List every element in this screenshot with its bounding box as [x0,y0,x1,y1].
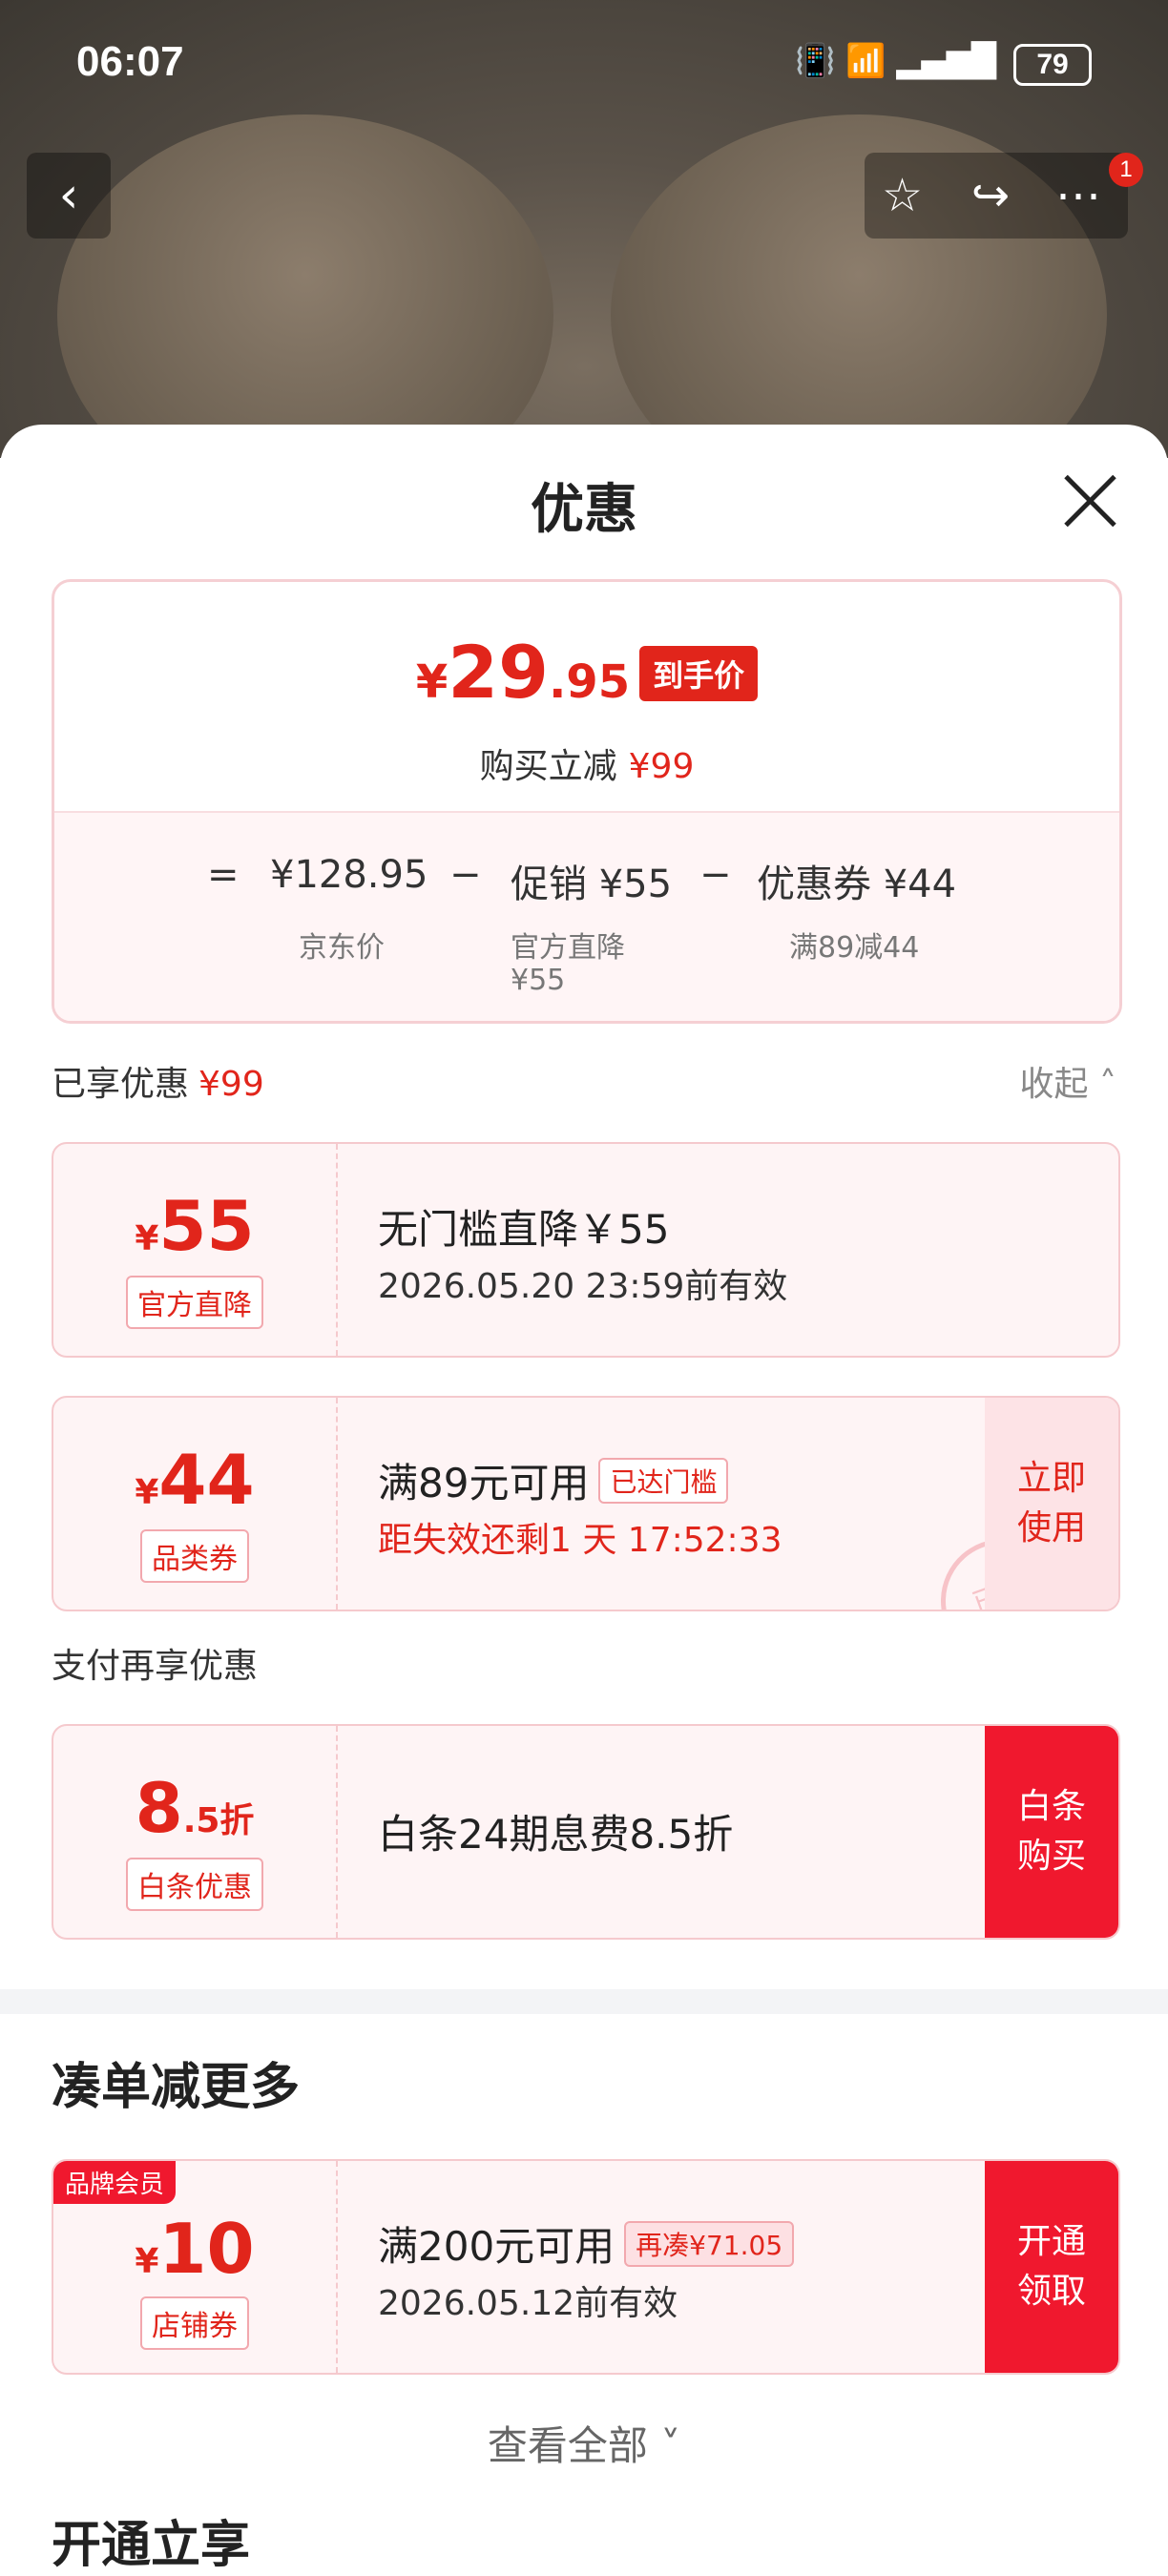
discount-value: 8 [135,1768,183,1848]
coupon-value: 10 [158,2209,255,2289]
open-section-title: 开通立享 [52,2517,251,2574]
use-now-button[interactable]: 立即使用 [985,1398,1118,1610]
top-actions: ☆ ↪ ⋯ [865,153,1128,239]
purchase-reduction: 购买立减 ¥99 [54,738,1119,788]
star-icon[interactable]: ☆ [882,153,923,239]
collapse-label: 收起 [1019,1065,1089,1104]
activate-claim-button[interactable]: 开通领取 [985,2161,1118,2373]
discount-sheet: 优惠 ¥29.95 到手价 购买立减 ¥99 = ¥128.95 − 促销 ¥55 … [0,425,1168,2576]
coupon-title: 满200元可用 再凑¥71.05 [378,2214,795,2273]
discount-suffix: .5折 [182,1801,255,1840]
minus-sign: − [699,853,732,897]
coupon-title: 无门槛直降￥55 [378,1206,670,1253]
section-divider [0,1989,1168,2014]
coupon-value: 44 [158,1440,255,1520]
battery-indicator: 79 [1013,44,1092,86]
sheet-title: 优惠 [531,479,637,541]
final-price: ¥29.95 到手价 [54,630,1119,715]
activate-claim-label: 开通领取 [1016,2222,1086,2311]
close-icon[interactable] [1061,472,1118,530]
coupon-kind: 店铺券 [140,2296,249,2350]
payment-section-label: 支付再享优惠 [52,1647,259,1686]
coupon-category: ¥44 品类券 满89元可用已达门槛 距失效还剩1 天 17:52:33 已领 … [52,1396,1120,1611]
enjoyed-value: ¥99 [198,1065,264,1104]
coupon-amount: ¥10 [53,2209,336,2289]
coupon-value: 55 [158,1186,255,1266]
more-section-title: 凑单减更多 [52,2059,301,2116]
coupon-amount: 优惠券 ¥44 [757,862,957,906]
notification-badge: 1 [1109,153,1143,187]
share-icon[interactable]: ↪ [971,153,1010,239]
signal-icons: 📳 📶 ▂▄▆█ [795,42,996,80]
coupon-amount: 8.5折 [53,1768,336,1848]
coupon-countdown: 距失效还剩1 天 17:52:33 [378,1521,782,1560]
coupon-left: 8.5折 白条优惠 [53,1726,338,1938]
final-price-tag: 到手价 [639,646,759,701]
baitiao-buy-button[interactable]: 白条购买 [985,1726,1118,1938]
chevron-up-icon: ˄ [1099,1065,1116,1104]
price-summary: ¥29.95 到手价 购买立减 ¥99 = ¥128.95 − 促销 ¥55 − 优… [52,579,1122,1024]
baitiao-buy-label: 白条购买 [1016,1787,1086,1876]
reduction-value: ¥99 [628,747,695,786]
reduction-label: 购买立减 [479,747,617,786]
promo-sub: ¥55 [511,964,566,997]
promo-amount: 促销 ¥55 [511,862,673,906]
threshold-chip: 已达门槛 [598,1458,729,1504]
collapse-button[interactable]: 收起 ˄ [1020,1056,1116,1106]
store-coupon: ¥10 店铺券 品牌会员 满200元可用 再凑¥71.05 2026.05.12前… [52,2159,1120,2375]
final-integer: 29 [448,630,550,715]
view-all-label: 查看全部 [487,2422,648,2469]
chevron-left-icon: ‹ [58,167,79,224]
coupon-amount: ¥55 [53,1186,336,1266]
view-all-button[interactable]: 查看全部 ˅ [0,2414,1168,2472]
brand-member-tag: 品牌会员 [53,2161,177,2204]
jd-price: ¥128.95 [270,853,428,897]
coupon-currency: ¥ [135,2242,159,2281]
coupon-validity: 2026.05.12前有效 [378,2284,678,2323]
status-bar: 06:07 📳 📶 ▂▄▆█ 79 [0,0,1168,134]
jd-price-label: 京东价 [299,931,385,965]
remaining-chip: 再凑¥71.05 [624,2221,795,2267]
coupon-currency: ¥ [135,1219,159,1258]
coupon-title-text: 满89元可用 [378,1460,590,1506]
coupon-kind: 白条优惠 [126,1858,263,1911]
coupon-left: ¥55 官方直降 [53,1144,338,1356]
status-time: 06:07 [76,38,184,85]
more-icon[interactable]: ⋯ [1055,153,1101,239]
equals-sign: = [207,853,240,897]
final-currency: ¥ [415,655,448,709]
use-now-label: 立即使用 [1016,1459,1086,1548]
minus-sign: − [449,853,482,897]
baitiao-coupon: 8.5折 白条优惠 白条24期息费8.5折 白条购买 [52,1724,1120,1940]
final-decimal: .95 [549,655,631,709]
coupon-left: ¥44 品类券 [53,1398,338,1610]
coupon-validity: 2026.05.20 23:59前有效 [378,1267,788,1306]
promo-label: 官方直降 [511,931,625,965]
coupon-title: 满89元可用 已达门槛 [378,1451,729,1509]
coupon-label: 满89减44 [789,931,920,965]
coupon-kind: 品类券 [140,1529,249,1583]
enjoyed-label: 已享优惠 [52,1065,190,1104]
coupon-amount: ¥44 [53,1440,336,1520]
coupon-direct-reduction: ¥55 官方直降 无门槛直降￥55 2026.05.20 23:59前有效 [52,1142,1120,1358]
coupon-title-text: 满200元可用 [378,2223,615,2270]
coupon-title: 白条24期息费8.5折 [378,1811,734,1858]
back-button[interactable]: ‹ [27,153,111,239]
coupon-currency: ¥ [135,1473,159,1512]
coupon-kind: 官方直降 [126,1276,263,1329]
chevron-down-icon: ˅ [660,2422,681,2469]
enjoyed-discount: 已享优惠 ¥99 [52,1056,264,1106]
price-formula: = ¥128.95 − 促销 ¥55 − 优惠券 ¥44 京东价 官方直降 ¥5… [54,811,1119,1021]
